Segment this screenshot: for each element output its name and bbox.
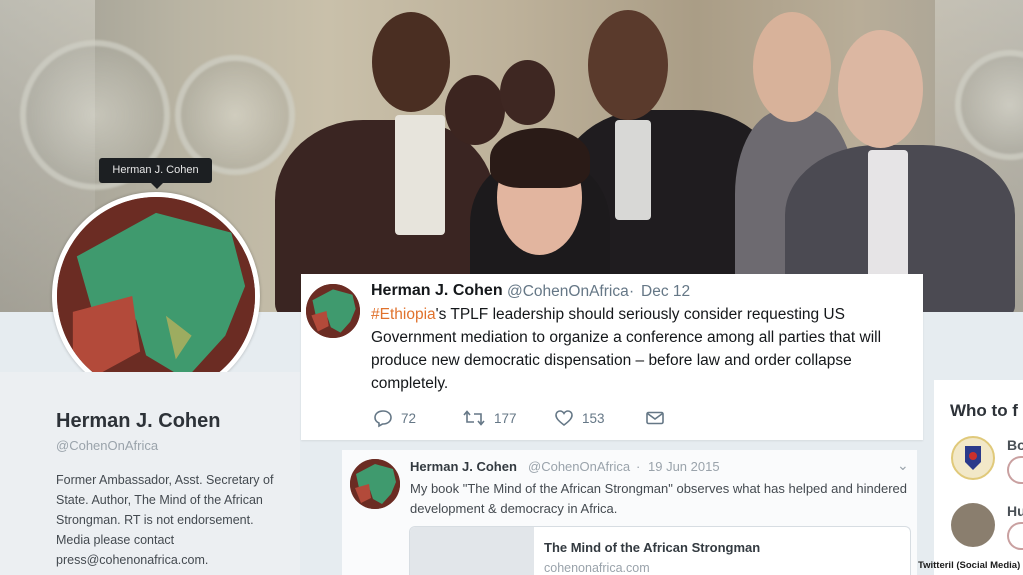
africa-map-icon bbox=[350, 459, 400, 509]
hashtag-link[interactable]: #Ethiopia bbox=[371, 306, 436, 323]
like-button[interactable]: 153 bbox=[554, 407, 605, 429]
reply-count: 72 bbox=[401, 410, 417, 426]
tweet-author-name[interactable]: Herman J. Cohen bbox=[371, 282, 503, 300]
tweet-separator: · bbox=[636, 459, 641, 474]
reply-button[interactable]: 72 bbox=[373, 407, 416, 429]
link-card-domain: cohenonafrica.com bbox=[544, 561, 650, 575]
tweet-avatar[interactable] bbox=[350, 459, 400, 509]
bio-line: Strongman. RT is not endorsement. bbox=[56, 513, 254, 527]
retweet-button[interactable]: 177 bbox=[462, 407, 517, 429]
envelope-icon bbox=[646, 411, 664, 425]
tweet-author-name[interactable]: Herman J. Cohen bbox=[410, 459, 517, 474]
tweet-timestamp[interactable]: 19 Jun 2015 bbox=[648, 459, 720, 474]
chevron-down-icon[interactable]: ⌄ bbox=[897, 457, 909, 474]
reply-icon bbox=[374, 410, 392, 428]
who-to-follow-title: Who to f bbox=[950, 401, 1018, 420]
profile-avatar[interactable] bbox=[52, 192, 260, 400]
bio-line: Former Ambassador, Asst. Secretary of bbox=[56, 473, 274, 487]
tweet-text: My book "The Mind of the African Strongm… bbox=[410, 481, 908, 516]
profile-name: Herman J. Cohen bbox=[56, 410, 221, 432]
direct-message-button[interactable] bbox=[645, 407, 665, 429]
link-card-title[interactable]: The Mind of the African Strongman bbox=[544, 540, 760, 555]
heart-icon bbox=[555, 410, 573, 427]
profile-bio: Former Ambassador, Asst. Secretary of St… bbox=[56, 470, 308, 570]
bio-line: Media please contact bbox=[56, 533, 175, 547]
like-count: 153 bbox=[582, 410, 605, 426]
image-caption: Twitteril (Social Media) bbox=[918, 560, 1021, 571]
tweet-author-handle[interactable]: @CohenOnAfrica bbox=[528, 459, 630, 474]
link-card-thumbnail[interactable] bbox=[410, 527, 534, 575]
suggestion-name[interactable]: Bo bbox=[1007, 437, 1023, 453]
suggestion-avatar[interactable] bbox=[951, 503, 995, 547]
tweet-body: 's TPLF leadership should seriously cons… bbox=[371, 306, 882, 392]
retweet-count: 177 bbox=[494, 410, 517, 426]
profile-handle[interactable]: @CohenOnAfrica bbox=[56, 438, 158, 453]
tweet-timestamp[interactable]: Dec 12 bbox=[641, 283, 690, 301]
tweet-text: #Ethiopia's TPLF leadership should serio… bbox=[371, 303, 911, 395]
name-tooltip: Herman J. Cohen bbox=[99, 158, 212, 189]
tweet-separator: · bbox=[629, 283, 635, 300]
tweet-author-handle[interactable]: @CohenOnAfrica bbox=[507, 283, 629, 301]
retweet-icon bbox=[463, 410, 485, 426]
tweet-avatar[interactable] bbox=[306, 284, 360, 338]
crest-icon bbox=[965, 446, 981, 470]
bio-line: press@cohenonafrica.com. bbox=[56, 553, 209, 567]
suggestion-avatar[interactable] bbox=[951, 436, 995, 480]
suggestion-name[interactable]: Hu bbox=[1007, 503, 1023, 519]
bio-line: State. Author, The Mind of the African bbox=[56, 493, 263, 507]
africa-map-icon bbox=[57, 197, 255, 395]
africa-map-icon bbox=[306, 284, 360, 338]
